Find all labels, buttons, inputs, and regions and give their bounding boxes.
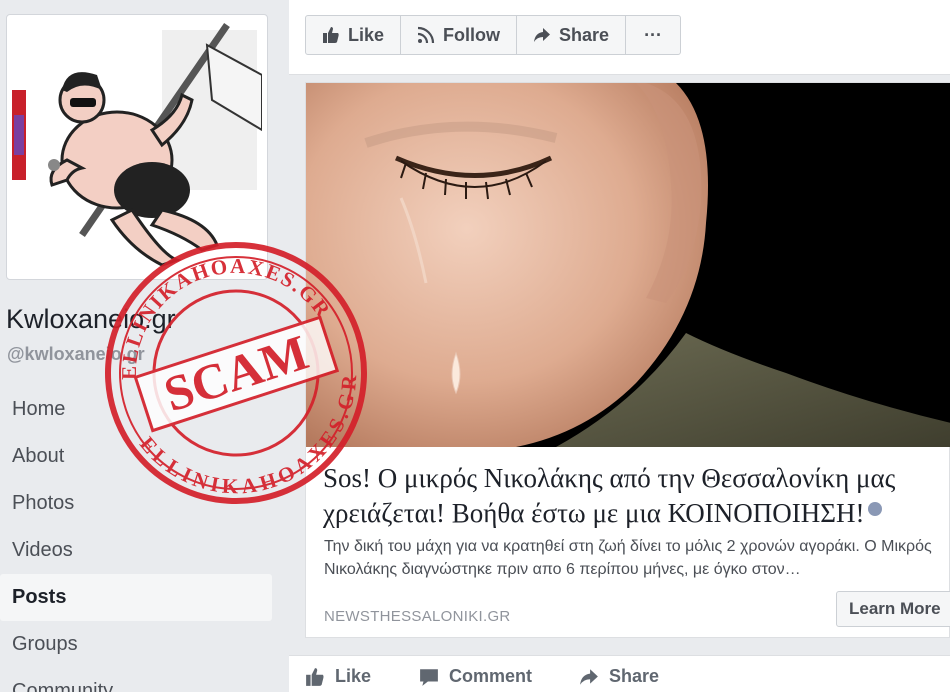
- info-icon: [868, 502, 883, 516]
- thumbs-up-icon: [322, 26, 340, 44]
- learn-more-button[interactable]: Learn More: [836, 591, 950, 627]
- crying-boy-photo: [306, 83, 950, 447]
- nav-item-photos[interactable]: Photos: [0, 480, 272, 527]
- comment-label: Comment: [449, 666, 533, 686]
- page-action-bar: Like Follow Share ···: [289, 0, 950, 75]
- share-arrow-icon: [533, 26, 551, 44]
- page-actions: Like Follow Share ···: [305, 15, 682, 55]
- thumbs-up-icon: [305, 667, 325, 687]
- comment-button[interactable]: Comment: [419, 666, 532, 687]
- profile-picture-frame[interactable]: [6, 14, 268, 280]
- comment-bubble-icon: [419, 667, 439, 687]
- page-handle[interactable]: @kwloxaneio.gr: [7, 344, 145, 365]
- nav-item-videos[interactable]: Videos: [0, 527, 272, 574]
- share-page-label: Share: [559, 24, 610, 45]
- nav-item-community[interactable]: Community: [0, 668, 272, 692]
- profile-picture[interactable]: [12, 20, 262, 274]
- post-headline-text: Sos! Ο μικρός Νικολάκης από την Θεσσαλον…: [323, 463, 896, 528]
- page-nav: Home About Photos Videos Posts Groups Co…: [0, 386, 272, 692]
- like-post-label: Like: [335, 666, 372, 686]
- more-options-button[interactable]: ···: [626, 16, 680, 54]
- like-page-button[interactable]: Like: [306, 16, 402, 54]
- post-actions-bar: Like Comment Share: [289, 655, 950, 692]
- share-post-label: Share: [609, 666, 660, 686]
- share-page-button[interactable]: Share: [517, 16, 627, 54]
- post-source-domain[interactable]: NEWSTHESSALONIKI.GR: [324, 608, 511, 625]
- follow-button[interactable]: Follow: [401, 16, 518, 54]
- share-post-button[interactable]: Share: [579, 666, 659, 687]
- more-dots-icon: ···: [644, 24, 663, 45]
- nav-item-about[interactable]: About: [0, 433, 272, 480]
- rss-icon: [417, 26, 435, 44]
- nav-item-groups[interactable]: Groups: [0, 621, 272, 668]
- nav-item-home[interactable]: Home: [0, 386, 272, 433]
- like-post-button[interactable]: Like: [305, 666, 371, 687]
- page-title[interactable]: Kwloxaneio.gr: [6, 304, 176, 335]
- left-column: Kwloxaneio.gr @kwloxaneio.gr Home About …: [0, 0, 288, 692]
- share-arrow-icon: [579, 667, 599, 687]
- cartoon-logo-image: [12, 20, 262, 274]
- follow-label: Follow: [443, 24, 501, 45]
- post-headline[interactable]: Sos! Ο μικρός Νικολάκης από την Θεσσαλον…: [323, 461, 943, 531]
- like-page-label: Like: [348, 24, 385, 45]
- nav-item-posts[interactable]: Posts: [0, 574, 272, 621]
- post-image[interactable]: [306, 83, 950, 447]
- shared-link-post: Sos! Ο μικρός Νικολάκης από την Θεσσαλον…: [305, 82, 950, 638]
- post-description[interactable]: Την δική του μάχη για να κρατηθεί στη ζω…: [324, 535, 949, 581]
